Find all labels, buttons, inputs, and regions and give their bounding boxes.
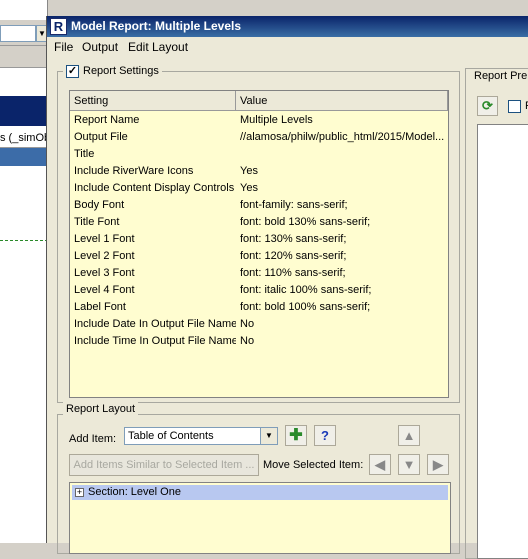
setting-name-cell: Label Font [74, 301, 126, 313]
setting-value-cell[interactable]: No [240, 333, 444, 350]
setting-value-cell[interactable]: font: 120% sans-serif; [240, 248, 444, 265]
tree-item-label: Section: Level One [88, 486, 181, 498]
setting-name-cell: Output File [74, 131, 128, 143]
table-row[interactable]: Level 4 Font font: italic 100% sans-serif… [70, 282, 448, 299]
setting-value-cell[interactable]: No [240, 316, 444, 333]
menu-output[interactable]: Output [82, 40, 118, 54]
table-row[interactable]: Level 3 Font font: 110% sans-serif; [70, 265, 448, 282]
column-header-setting[interactable]: Setting [70, 91, 236, 111]
report-settings-checkbox[interactable]: ✓ [66, 64, 79, 78]
arrow-up-icon[interactable]: ▲ [398, 425, 420, 446]
add-item-label: Add Item: [69, 433, 117, 445]
table-row[interactable]: Body Font font-family: sans-serif; [70, 197, 448, 214]
table-row[interactable]: Output File //alamosa/philw/public_html/2… [70, 129, 448, 146]
report-settings-label: Report Settings [83, 65, 159, 77]
table-row[interactable]: Level 1 Font font: 130% sans-serif; [70, 231, 448, 248]
setting-name-cell: Include Content Display Controls [74, 182, 235, 194]
add-item-select-value: Table of Contents [128, 430, 214, 442]
setting-name-cell: Title Font [74, 216, 120, 228]
add-item-select[interactable]: Table of Contents [124, 427, 278, 445]
background-window [0, 0, 48, 543]
table-row[interactable]: Label Font font: bold 100% sans-serif; [70, 299, 448, 316]
arrow-left-icon[interactable]: ◀ [369, 454, 391, 475]
setting-name-cell: Report Name [74, 114, 140, 126]
table-row[interactable]: Include Content Display Controls Yes [70, 180, 448, 197]
model-report-window: Model Report: Multiple Levels R File Out… [46, 16, 528, 559]
setting-value-cell[interactable]: font-family: sans-serif; [240, 197, 444, 214]
window-title: Model Report: Multiple Levels [71, 19, 242, 33]
setting-value-cell[interactable]: Multiple Levels [240, 112, 444, 129]
menu-bar: File Output Edit Layout [47, 37, 528, 57]
table-row[interactable]: Level 2 Font font: 120% sans-serif; [70, 248, 448, 265]
app-icon[interactable]: R [50, 18, 67, 35]
help-icon[interactable]: ? [314, 425, 336, 446]
background-label: s (_simOb [0, 132, 48, 148]
layout-tree[interactable]: + Section: Level One [69, 482, 451, 554]
setting-value-cell[interactable]: Yes [240, 180, 444, 197]
background-icon-bar [0, 46, 48, 68]
setting-name-cell: Include Time In Output File Name [74, 335, 236, 347]
setting-value-cell[interactable]: font: 130% sans-serif; [240, 231, 444, 248]
expand-icon[interactable]: + [75, 488, 84, 497]
table-row[interactable]: Include RiverWare Icons Yes [70, 163, 448, 180]
background-header-band [0, 96, 48, 126]
plus-icon[interactable]: ✚ [285, 425, 307, 446]
setting-name-cell: Level 2 Font [74, 250, 135, 262]
setting-value-cell[interactable]: font: italic 100% sans-serif; [240, 282, 444, 299]
tree-item-level-one[interactable]: + Section: Level One [72, 485, 448, 500]
menu-file[interactable]: File [54, 40, 73, 54]
menu-edit-layout[interactable]: Edit Layout [128, 40, 188, 54]
refresh-icon[interactable]: ⟳ [477, 96, 498, 116]
background-selection [0, 148, 48, 166]
setting-value-cell[interactable]: font: 110% sans-serif; [240, 265, 444, 282]
table-row[interactable]: Report Name Multiple Levels [70, 112, 448, 129]
table-row[interactable]: Include Date In Output File Name No [70, 316, 448, 333]
preview-area[interactable] [477, 124, 528, 559]
background-combo[interactable] [0, 25, 36, 42]
report-layout-legend: Report Layout [63, 402, 139, 416]
title-bar[interactable]: Model Report: Multiple Levels [47, 16, 528, 37]
setting-value-cell[interactable]: Yes [240, 163, 444, 180]
setting-value-cell[interactable]: font: bold 130% sans-serif; [240, 214, 444, 231]
setting-name-cell: Include Date In Output File Name [74, 318, 236, 330]
setting-name-cell: Level 4 Font [74, 284, 135, 296]
arrow-down-icon[interactable]: ▼ [398, 454, 420, 475]
table-row[interactable]: Title [70, 146, 448, 163]
arrow-right-icon[interactable]: ▶ [427, 454, 449, 475]
table-row[interactable]: Title Font font: bold 130% sans-serif; [70, 214, 448, 231]
report-settings-legend: ✓ Report Settings [63, 64, 162, 78]
background-dashed-line [0, 240, 48, 241]
chevron-down-icon[interactable]: ▼ [260, 428, 277, 444]
table-row[interactable]: Include Time In Output File Name No [70, 333, 448, 350]
setting-name-cell: Title [74, 148, 95, 160]
report-preview-legend: Report Pre [471, 69, 528, 83]
setting-name-cell: Level 3 Font [74, 267, 135, 279]
move-selected-item-label: Move Selected Item: [263, 459, 364, 471]
add-similar-items-button[interactable]: Add Items Similar to Selected Item ... [69, 454, 259, 476]
setting-value-cell[interactable]: font: bold 100% sans-serif; [240, 299, 444, 316]
setting-name-cell: Include RiverWare Icons [74, 165, 194, 177]
setting-name-cell: Level 1 Font [74, 233, 135, 245]
setting-name-cell: Body Font [74, 199, 125, 211]
preview-checkbox[interactable] [508, 100, 521, 113]
column-header-value[interactable]: Value [236, 91, 448, 111]
settings-table[interactable]: Setting Value Report Name Multiple Levels… [69, 90, 449, 398]
setting-value-cell[interactable]: //alamosa/philw/public_html/2015/Model..… [240, 129, 444, 146]
